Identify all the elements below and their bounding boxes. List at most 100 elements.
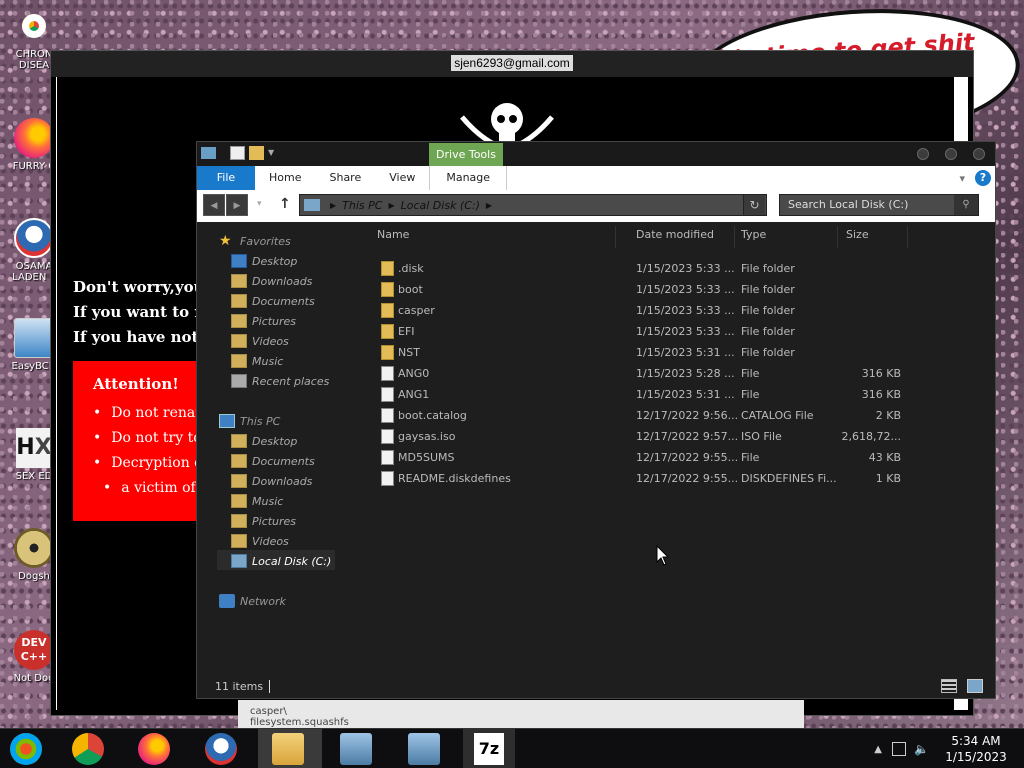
nav-pc-pictures[interactable]: Pictures (231, 512, 296, 530)
nav-this-pc[interactable]: This PC (219, 412, 280, 430)
breadcrumb-separator-icon[interactable]: ▶ (486, 201, 492, 210)
close-button[interactable] (973, 148, 985, 160)
taskbar-firefox-icon[interactable] (138, 733, 170, 765)
large-icons-view-icon[interactable] (967, 679, 983, 693)
volume-icon[interactable]: 🔈 (914, 742, 929, 756)
hx-icon: HX (16, 428, 52, 468)
breadcrumb-this-pc[interactable]: This PC (342, 199, 382, 212)
file-explorer-window[interactable]: ▼ Drive Tools File Home Share View Manag… (196, 141, 996, 699)
taskbar-setup-icon-2[interactable] (408, 733, 440, 765)
nav-fav-recent[interactable]: Recent places (231, 372, 329, 390)
tab-home[interactable]: Home (255, 166, 315, 190)
file-date: 1/15/2023 5:28 ... (636, 367, 735, 380)
taskbar-7zip-icon[interactable]: 7z (474, 733, 504, 765)
nav-label: Desktop (252, 434, 298, 448)
column-header-date[interactable]: Date modified (636, 228, 714, 244)
nav-label: Music (252, 494, 284, 508)
explorer-titlebar[interactable]: ▼ Drive Tools (197, 142, 995, 166)
up-arrow-icon[interactable]: ↑ (279, 196, 291, 212)
file-row[interactable]: gaysas.iso 12/17/2022 9:57... ISO File 2,61… (369, 426, 995, 447)
minimize-button[interactable] (917, 148, 929, 160)
drive-icon[interactable] (201, 147, 216, 159)
file-row[interactable]: .disk 1/15/2023 5:33 ... File folder (369, 258, 995, 279)
column-separator[interactable] (907, 226, 908, 248)
file-type: File folder (741, 325, 795, 338)
breadcrumb-local-disk[interactable]: Local Disk (C:) (401, 199, 480, 212)
tab-file[interactable]: File (197, 166, 255, 190)
nav-label: Pictures (252, 514, 297, 528)
tray-expand-icon[interactable]: ▲ (874, 744, 882, 755)
forward-button[interactable]: ▶ (226, 194, 248, 216)
column-header-size[interactable]: Size (846, 228, 869, 244)
file-row[interactable]: casper 1/15/2023 5:33 ... File folder (369, 300, 995, 321)
nav-buttons: ◀ ▶ (203, 194, 248, 216)
ribbon-expand-icon[interactable]: ▾ (959, 172, 965, 185)
file-row[interactable]: ANG1 1/15/2023 5:31 ... File 316 KB (369, 384, 995, 405)
tab-view[interactable]: View (375, 166, 429, 190)
file-row[interactable]: boot.catalog 12/17/2022 9:56... CATALOG Fi… (369, 405, 995, 426)
file-type: File folder (741, 304, 795, 317)
nav-favorites[interactable]: ★ Favorites (219, 232, 291, 250)
search-input[interactable]: Search Local Disk (C:) ⚲ (779, 194, 979, 216)
item-count: 11 items (215, 680, 264, 693)
nav-fav-music[interactable]: Music (231, 352, 283, 370)
file-date: 1/15/2023 5:33 ... (636, 283, 735, 296)
nav-pc-music[interactable]: Music (231, 492, 283, 510)
downloads-folder-icon (231, 474, 247, 488)
column-separator[interactable] (734, 226, 735, 248)
new-folder-icon[interactable] (249, 146, 264, 160)
back-button[interactable]: ◀ (203, 194, 225, 216)
maximize-button[interactable] (945, 148, 957, 160)
start-orb-icon[interactable] (10, 733, 42, 765)
file-row[interactable]: MD5SUMS 12/17/2022 9:55... File 43 KB (369, 447, 995, 468)
nav-pc-downloads[interactable]: Downloads (231, 472, 312, 490)
help-icon[interactable]: ? (975, 170, 991, 186)
music-folder-icon (231, 494, 247, 508)
tab-share[interactable]: Share (315, 166, 375, 190)
column-separator[interactable] (615, 226, 616, 248)
column-header-type[interactable]: Type (741, 228, 766, 244)
iso-file-icon (381, 429, 394, 444)
file-row[interactable]: ANG0 1/15/2023 5:28 ... File 316 KB (369, 363, 995, 384)
qat-dropdown-icon[interactable]: ▼ (268, 146, 278, 160)
recent-locations-icon[interactable]: ▾ (257, 199, 262, 209)
nav-fav-desktop[interactable]: Desktop (231, 252, 297, 270)
nav-pc-documents[interactable]: Documents (231, 452, 315, 470)
nav-network[interactable]: Network (219, 592, 286, 610)
nav-fav-videos[interactable]: Videos (231, 332, 289, 350)
breadcrumb-separator-icon[interactable]: ▶ (388, 201, 394, 210)
attention-box: Attention! Do not renar Do not try to De… (73, 361, 213, 521)
column-separator[interactable] (837, 226, 838, 248)
nav-fav-pictures[interactable]: Pictures (231, 312, 296, 330)
taskbar-setup-icon[interactable] (340, 733, 372, 765)
refresh-button[interactable]: ↻ (743, 195, 765, 215)
properties-icon[interactable] (230, 146, 245, 160)
network-tray-icon[interactable] (892, 742, 906, 756)
clock[interactable]: 5:34 AM 1/15/2023 (936, 733, 1016, 765)
file-row[interactable]: EFI 1/15/2023 5:33 ... File folder (369, 321, 995, 342)
address-bar[interactable]: ▶ This PC ▶ Local Disk (C:) ▶ (299, 194, 767, 216)
quick-access-toolbar: ▼ (201, 146, 278, 160)
nav-local-disk[interactable]: Local Disk (C:) (231, 552, 331, 570)
folder-icon (381, 345, 394, 360)
tab-manage[interactable]: Manage (429, 166, 508, 190)
search-icon[interactable]: ⚲ (954, 195, 978, 215)
taskbar-file-explorer-icon[interactable] (272, 733, 304, 765)
taskbar-obama-logo-icon[interactable] (205, 733, 237, 765)
nav-pc-desktop[interactable]: Desktop (231, 432, 297, 450)
file-row[interactable]: boot 1/15/2023 5:33 ... File folder (369, 279, 995, 300)
file-size: 43 KB (868, 451, 901, 464)
file-row[interactable]: README.diskdefines 12/17/2022 9:55... DISK… (369, 468, 995, 489)
file-list: Name Date modified Type Size .disk 1/15/2… (369, 222, 995, 676)
nav-pc-videos[interactable]: Videos (231, 532, 289, 550)
breadcrumb-separator-icon[interactable]: ▶ (330, 201, 336, 210)
taskbar-chrome-icon[interactable] (72, 733, 104, 765)
file-row[interactable]: NST 1/15/2023 5:31 ... File folder (369, 342, 995, 363)
column-header-name[interactable]: Name (377, 228, 409, 244)
snippet-line: filesystem.squashfs (250, 717, 349, 728)
ransom-titlebar: sjen6293@gmail.com (51, 51, 973, 77)
nav-fav-downloads[interactable]: Downloads (231, 272, 312, 290)
file-icon (381, 471, 394, 486)
details-view-icon[interactable] (941, 679, 957, 693)
nav-fav-documents[interactable]: Documents (231, 292, 315, 310)
